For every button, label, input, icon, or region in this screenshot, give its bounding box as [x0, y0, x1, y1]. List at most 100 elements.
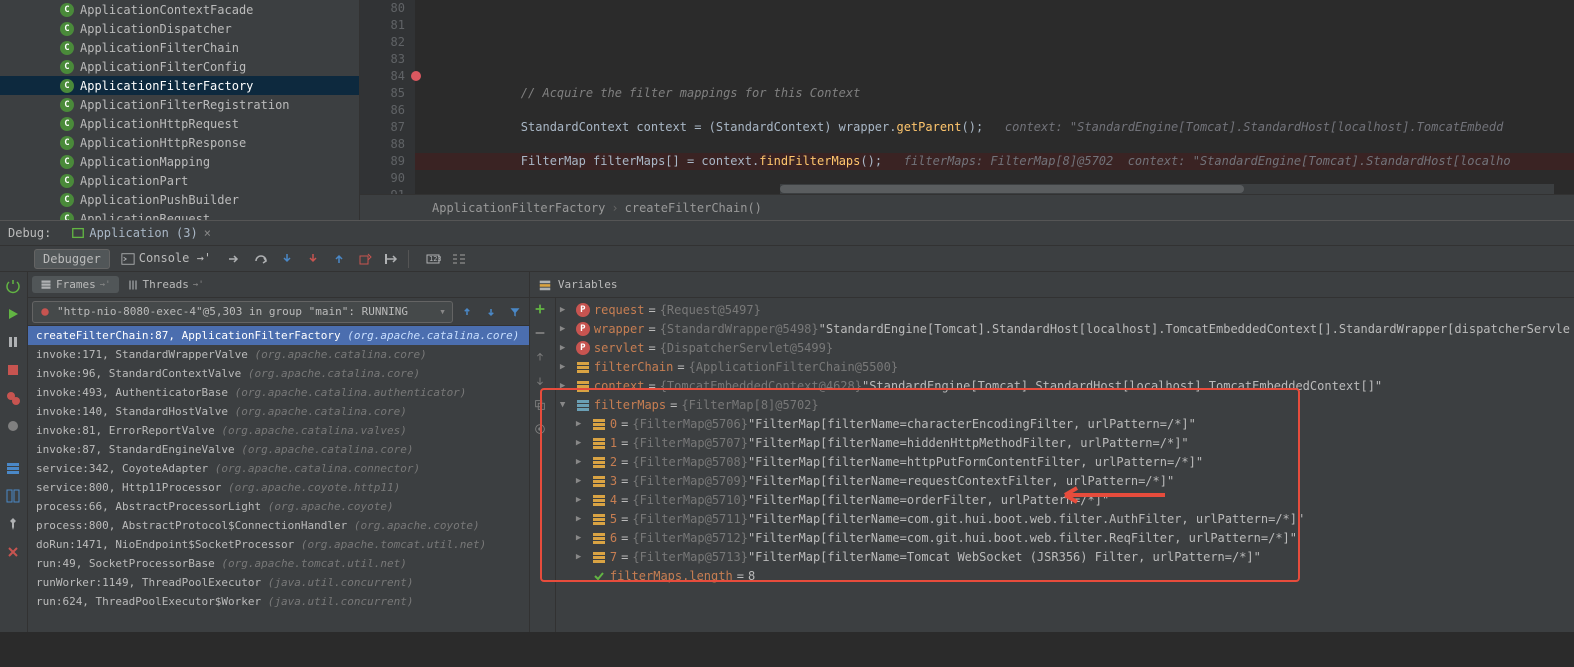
stack-frame[interactable]: invoke:171, StandardWrapperValve (org.ap… — [28, 345, 529, 364]
run-to-cursor-icon[interactable] — [380, 248, 402, 270]
variable-row-length[interactable]: filterMaps.length = 8 — [556, 566, 1574, 585]
resume-icon[interactable] — [3, 304, 23, 324]
stack-frame[interactable]: service:342, CoyoteAdapter (org.apache.c… — [28, 459, 529, 478]
thread-selector-combo[interactable]: "http-nio-8080-exec-4"@5,303 in group "m… — [32, 301, 453, 323]
project-tree[interactable]: ApplicationContextFacade ApplicationDisp… — [0, 0, 360, 220]
line-number: 90 — [360, 170, 405, 187]
svg-text:123: 123 — [429, 255, 441, 263]
class-icon — [60, 98, 74, 112]
editor-scrollbar-horizontal[interactable] — [780, 184, 1554, 194]
stack-frame[interactable]: invoke:493, AuthenticatorBase (org.apach… — [28, 383, 529, 402]
variable-row-array-item[interactable]: 4 = {FilterMap@5710} "FilterMap[filterNa… — [556, 490, 1574, 509]
tree-item-label: ApplicationContextFacade — [80, 3, 253, 17]
close-icon[interactable]: × — [204, 226, 211, 240]
frames-list[interactable]: createFilterChain:87, ApplicationFilterF… — [28, 326, 529, 632]
move-up-icon[interactable] — [533, 350, 551, 368]
tree-item[interactable]: ApplicationFilterRegistration — [0, 95, 359, 114]
code-area[interactable]: // Acquire the filter mappings for this … — [415, 0, 1574, 194]
stack-frame[interactable]: run:624, ThreadPoolExecutor$Worker (java… — [28, 592, 529, 611]
variable-row-filtermaps[interactable]: filterMaps = {FilterMap[8]@5702} — [556, 395, 1574, 414]
rerun-icon[interactable] — [3, 276, 23, 296]
stack-frame[interactable]: invoke:140, StandardHostValve (org.apach… — [28, 402, 529, 421]
variable-row[interactable]: Prequest = {Request@5497} — [556, 300, 1574, 319]
stack-frame[interactable]: process:800, AbstractProtocol$Connection… — [28, 516, 529, 535]
variable-row[interactable]: Pwrapper = {StandardWrapper@5498} "Stand… — [556, 319, 1574, 338]
variables-rail — [530, 298, 556, 632]
next-frame-icon[interactable] — [481, 302, 501, 322]
stack-frame[interactable]: invoke:81, ErrorReportValve (org.apache.… — [28, 421, 529, 440]
line-number: 86 — [360, 102, 405, 119]
force-step-into-icon[interactable] — [302, 248, 324, 270]
code-editor[interactable]: 80 81 82 83 84 85 86 87 88 89 90 91 92 /… — [360, 0, 1574, 220]
evaluate-expression-icon[interactable]: 123 — [422, 248, 444, 270]
variables-label: Variables — [558, 278, 618, 291]
tree-item[interactable]: ApplicationFilterConfig — [0, 57, 359, 76]
line-number: 82 — [360, 34, 405, 51]
stack-frame[interactable]: invoke:96, StandardContextValve (org.apa… — [28, 364, 529, 383]
tree-item[interactable]: ApplicationMapping — [0, 152, 359, 171]
stack-frame[interactable]: run:49, SocketProcessorBase (org.apache.… — [28, 554, 529, 573]
breadcrumb-item[interactable]: createFilterChain() — [625, 201, 762, 215]
close-icon[interactable] — [3, 542, 23, 562]
filter-frames-icon[interactable] — [505, 302, 525, 322]
variable-row-array-item[interactable]: 5 = {FilterMap@5711} "FilterMap[filterNa… — [556, 509, 1574, 528]
move-down-icon[interactable] — [533, 374, 551, 392]
stack-frame[interactable]: process:66, AbstractProcessorLight (org.… — [28, 497, 529, 516]
add-watch-icon[interactable] — [533, 302, 551, 320]
show-watches-icon[interactable] — [533, 422, 551, 440]
settings-icon[interactable] — [3, 458, 23, 478]
tree-item[interactable]: ApplicationPushBuilder — [0, 190, 359, 209]
remove-watch-icon[interactable] — [533, 326, 551, 344]
variable-row-array-item[interactable]: 1 = {FilterMap@5707} "FilterMap[filterNa… — [556, 433, 1574, 452]
line-number-breakpoint[interactable]: 84 — [360, 68, 405, 85]
variable-row[interactable]: context = {TomcatEmbeddedContext@4628} "… — [556, 376, 1574, 395]
pin-icon[interactable] — [3, 514, 23, 534]
variable-row[interactable]: Pservlet = {DispatcherServlet@5499} — [556, 338, 1574, 357]
tree-item[interactable]: ApplicationHttpRequest — [0, 114, 359, 133]
tree-item[interactable]: ApplicationHttpResponse — [0, 133, 359, 152]
variable-row-array-item[interactable]: 0 = {FilterMap@5706} "FilterMap[filterNa… — [556, 414, 1574, 433]
step-out-icon[interactable] — [328, 248, 350, 270]
console-tab[interactable]: Console →' — [112, 248, 220, 269]
tree-item-label: ApplicationMapping — [80, 155, 210, 169]
variable-row-array-item[interactable]: 3 = {FilterMap@5709} "FilterMap[filterNa… — [556, 471, 1574, 490]
breadcrumb[interactable]: ApplicationFilterFactory › createFilterC… — [360, 194, 1574, 220]
editor-gutter[interactable]: 80 81 82 83 84 85 86 87 88 89 90 91 92 — [360, 0, 415, 194]
pause-icon[interactable] — [3, 332, 23, 352]
variable-row[interactable]: filterChain = {ApplicationFilterChain@55… — [556, 357, 1574, 376]
view-breakpoints-icon[interactable] — [3, 388, 23, 408]
variable-row-array-item[interactable]: 6 = {FilterMap@5712} "FilterMap[filterNa… — [556, 528, 1574, 547]
step-into-icon[interactable] — [276, 248, 298, 270]
stack-frame[interactable]: runWorker:1149, ThreadPoolExecutor (java… — [28, 573, 529, 592]
tree-item[interactable]: ApplicationDispatcher — [0, 19, 359, 38]
tree-item[interactable]: ApplicationPart — [0, 171, 359, 190]
duplicate-watch-icon[interactable] — [533, 398, 551, 416]
stack-frame[interactable]: service:800, Http11Processor (org.apache… — [28, 478, 529, 497]
layout-icon[interactable] — [3, 486, 23, 506]
variables-list[interactable]: Prequest = {Request@5497}Pwrapper = {Sta… — [556, 298, 1574, 632]
debug-config-tab[interactable]: Application (3) × — [63, 221, 219, 245]
debugger-tab[interactable]: Debugger — [34, 249, 110, 269]
drop-frame-icon[interactable] — [354, 248, 376, 270]
tree-item[interactable]: ApplicationRequest — [0, 209, 359, 220]
tree-item[interactable]: ApplicationFilterChain — [0, 38, 359, 57]
previous-frame-icon[interactable] — [457, 302, 477, 322]
trace-icon[interactable] — [448, 248, 470, 270]
variable-row-array-item[interactable]: 7 = {FilterMap@5713} "FilterMap[filterNa… — [556, 547, 1574, 566]
tree-item[interactable]: ApplicationContextFacade — [0, 0, 359, 19]
breadcrumb-item[interactable]: ApplicationFilterFactory — [432, 201, 605, 215]
tree-item-selected[interactable]: ApplicationFilterFactory — [0, 76, 359, 95]
show-execution-point-icon[interactable] — [224, 248, 246, 270]
stack-frame[interactable]: invoke:87, StandardEngineValve (org.apac… — [28, 440, 529, 459]
stop-icon[interactable] — [3, 360, 23, 380]
tree-item-label: ApplicationHttpRequest — [80, 117, 239, 131]
mute-breakpoints-icon[interactable] — [3, 416, 23, 436]
frames-tab-label: Frames — [56, 278, 96, 291]
stack-frame[interactable]: createFilterChain:87, ApplicationFilterF… — [28, 326, 529, 345]
threads-tab[interactable]: Threads→' — [119, 276, 212, 293]
step-over-icon[interactable] — [250, 248, 272, 270]
frames-tab[interactable]: Frames→' — [32, 276, 119, 293]
variable-row-array-item[interactable]: 2 = {FilterMap@5708} "FilterMap[filterNa… — [556, 452, 1574, 471]
threads-tab-label: Threads — [143, 278, 189, 291]
stack-frame[interactable]: doRun:1471, NioEndpoint$SocketProcessor … — [28, 535, 529, 554]
